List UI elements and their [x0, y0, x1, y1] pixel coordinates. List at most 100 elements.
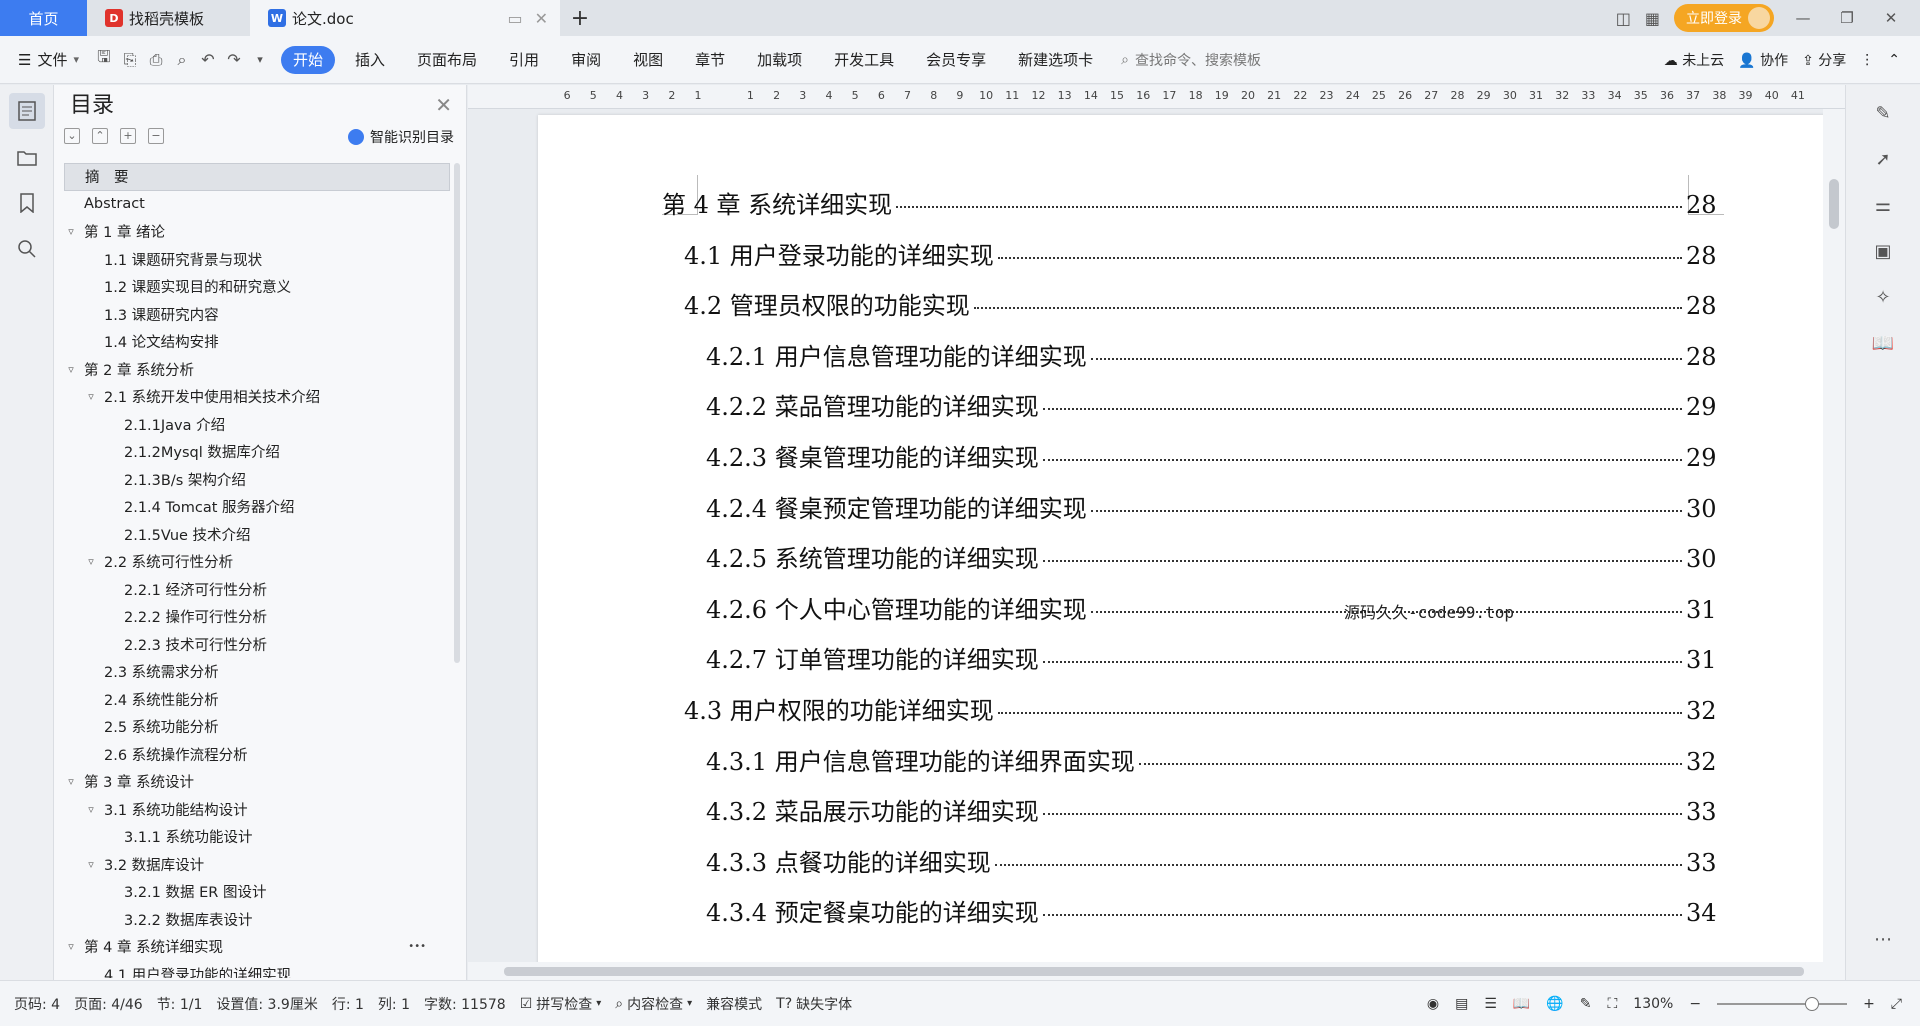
toc-panel-icon[interactable]	[9, 93, 45, 129]
document-toc-line[interactable]: 4.3.1 用户信息管理功能的详细界面实现 32	[706, 742, 1717, 777]
smart-toc-button[interactable]: 智能识别目录	[348, 127, 454, 147]
write-mode-icon[interactable]: ✎	[1580, 996, 1592, 1012]
toc-item[interactable]: ▿ 第 4 章 系统详细实现 •••	[64, 933, 450, 961]
document-toc-line[interactable]: 4.2.7 订单管理功能的详细实现 31	[706, 640, 1717, 675]
chevron-down-icon[interactable]: ▿	[64, 940, 78, 953]
toc-scrollbar[interactable]	[454, 163, 460, 663]
zoom-slider-knob[interactable]	[1805, 996, 1820, 1011]
login-button[interactable]: 立即登录	[1674, 4, 1774, 32]
collab-button[interactable]: 👤 协作	[1738, 50, 1788, 70]
quick-access-more-icon[interactable]: ▾	[247, 47, 273, 73]
document-toc-line[interactable]: 4.3.3 点餐功能的详细实现 33	[706, 843, 1717, 878]
export-pdf-icon[interactable]: ⎘	[117, 47, 143, 73]
restore-icon[interactable]: ❐	[1832, 9, 1862, 27]
chevron-down-icon[interactable]: ▿	[64, 225, 78, 238]
document-toc-line[interactable]: 4.3.2 菜品展示功能的详细实现 33	[706, 792, 1717, 827]
toc-item[interactable]: 1.4 论文结构安排	[64, 328, 450, 356]
tab-home[interactable]: 首页	[0, 0, 87, 36]
collapse-ribbon-icon[interactable]: ⌃	[1888, 52, 1900, 68]
ribbon-tab[interactable]: 页面布局	[405, 46, 489, 74]
toc-item[interactable]: ▿ 第 1 章 绪论	[64, 218, 450, 246]
file-menu[interactable]: ☰ 文件 ▾	[0, 46, 91, 74]
toc-item[interactable]: 2.4 系统性能分析	[64, 686, 450, 714]
toc-item[interactable]: 3.1.1 系统功能设计	[64, 823, 450, 851]
save-icon[interactable]: 🖫	[91, 47, 117, 73]
document-page[interactable]: 第 4 章 系统详细实现 28 4.1 用户登录功能的详细实现 28 4.2 管理员权限…	[538, 115, 1828, 980]
ribbon-tab[interactable]: 会员专享	[914, 46, 998, 74]
chevron-down-icon[interactable]: ▿	[64, 363, 78, 376]
toc-item[interactable]: 1.1 课题研究背景与现状	[64, 246, 450, 274]
close-tab-icon[interactable]: ✕	[535, 9, 548, 28]
expand-up-icon[interactable]: ⌃	[92, 128, 108, 144]
toc-item[interactable]: ▿ 2.2 系统可行性分析	[64, 548, 450, 576]
print-icon[interactable]: ⎙	[143, 47, 169, 73]
close-window-icon[interactable]: ✕	[1876, 9, 1906, 27]
document-toc-line[interactable]: 4.2 管理员权限的功能实现 28	[684, 286, 1717, 321]
toc-item[interactable]: 2.2.3 技术可行性分析	[64, 631, 450, 659]
document-toc-line[interactable]: 4.2.3 餐桌管理功能的详细实现 29	[706, 438, 1717, 473]
toc-item[interactable]: 2.1.5Vue 技术介绍	[64, 521, 450, 549]
undo-icon[interactable]: ↶	[195, 47, 221, 73]
toc-item[interactable]: ▿ 3.2 数据库设计	[64, 851, 450, 879]
add-heading-icon[interactable]: +	[120, 128, 136, 144]
document-toc-line[interactable]: 4.2.4 餐桌预定管理功能的详细实现 30	[706, 489, 1717, 524]
command-search[interactable]: ⌕ 查找命令、搜索模板	[1121, 50, 1261, 70]
spell-check-button[interactable]: ☑ 拼写检查 ▾	[520, 994, 602, 1014]
tab-template[interactable]: D 找稻壳模板	[87, 0, 250, 36]
apps-grid-icon[interactable]: ▦	[1645, 9, 1660, 28]
ribbon-tab[interactable]: 引用	[497, 46, 551, 74]
toc-item[interactable]: 2.1.3B/s 架构介绍	[64, 466, 450, 494]
toc-item[interactable]: 摘 要	[64, 163, 450, 191]
toc-item[interactable]: ▿ 3.1 系统功能结构设计	[64, 796, 450, 824]
ribbon-tab[interactable]: 开始	[281, 45, 336, 74]
horizontal-ruler[interactable]: 6 5 4 3 2 1 1 2 3 4 5 6 7 8 9 10 11 12 13 14 15 16 17 18 19 20 21 2…	[468, 85, 1845, 109]
redo-icon[interactable]: ↷	[221, 47, 247, 73]
new-tab-button[interactable]: +	[560, 0, 600, 36]
ribbon-tab[interactable]: 开发工具	[822, 46, 906, 74]
toc-item[interactable]: 2.2.2 操作可行性分析	[64, 603, 450, 631]
reading-mode-icon[interactable]: 📖	[1865, 325, 1901, 361]
toc-item[interactable]: 1.2 课题实现目的和研究意义	[64, 273, 450, 301]
close-icon[interactable]: ✕	[435, 93, 452, 117]
document-toc-line[interactable]: 4.2.2 菜品管理功能的详细实现 29	[706, 387, 1717, 422]
page-view-icon[interactable]: ▤	[1455, 996, 1468, 1012]
zoom-level[interactable]: 130%	[1633, 996, 1673, 1012]
window-mode-icon[interactable]: ▭	[507, 9, 522, 28]
zoom-slider[interactable]	[1717, 996, 1848, 1011]
web-view-icon[interactable]: 🌐	[1546, 996, 1563, 1012]
content-check-button[interactable]: ⌕ 内容检查 ▾	[615, 994, 692, 1014]
vertical-scrollbar[interactable]	[1823, 109, 1845, 980]
horizontal-scrollbar[interactable]	[468, 962, 1845, 980]
chevron-down-icon[interactable]: ▿	[84, 858, 98, 871]
toc-item[interactable]: 2.1.1Java 介绍	[64, 411, 450, 439]
toc-item[interactable]: 1.3 课题研究内容	[64, 301, 450, 329]
toc-item[interactable]: 3.2.2 数据库表设计	[64, 906, 450, 934]
ribbon-tab[interactable]: 视图	[621, 46, 675, 74]
fit-page-icon[interactable]: ⛶	[1607, 996, 1617, 1012]
chevron-down-icon[interactable]: ▿	[84, 390, 98, 403]
toc-item[interactable]: 3.2.1 数据 ER 图设计	[64, 878, 450, 906]
chevron-down-icon[interactable]: ▿	[64, 775, 78, 788]
collapse-all-icon[interactable]: ⌄	[64, 128, 80, 144]
zoom-out-icon[interactable]: −	[1689, 996, 1701, 1012]
document-toc-line[interactable]: 4.3.4 预定餐桌功能的详细实现 34	[706, 893, 1717, 928]
image-tools-icon[interactable]: ▣	[1865, 233, 1901, 269]
document-toc-line[interactable]: 4.3 用户权限的功能详细实现 32	[684, 691, 1717, 726]
navigation-folder-icon[interactable]	[9, 139, 45, 175]
scroll-thumb[interactable]	[1829, 179, 1839, 229]
ai-assist-icon[interactable]: ✧	[1865, 279, 1901, 315]
outline-view-icon[interactable]: ☰	[1484, 996, 1497, 1012]
ribbon-tab[interactable]: 插入	[343, 46, 397, 74]
missing-font-button[interactable]: T? 缺失字体	[776, 994, 852, 1014]
chevron-down-icon[interactable]: ▿	[84, 803, 98, 816]
toc-item[interactable]: 2.6 系统操作流程分析	[64, 741, 450, 769]
adjust-sliders-icon[interactable]: ⚌	[1865, 187, 1901, 223]
ribbon-tab[interactable]: 加载项	[745, 46, 814, 74]
ribbon-tab[interactable]: 新建选项卡	[1006, 46, 1105, 74]
read-view-icon[interactable]: 📖	[1513, 996, 1530, 1012]
ribbon-tab[interactable]: 章节	[683, 46, 737, 74]
layout-toggle-icon[interactable]: ◫	[1616, 9, 1631, 28]
chevron-down-icon[interactable]: ▿	[84, 555, 98, 568]
toc-item[interactable]: 2.1.2Mysql 数据库介绍	[64, 438, 450, 466]
cloud-status[interactable]: ☁ 未上云	[1664, 50, 1724, 70]
